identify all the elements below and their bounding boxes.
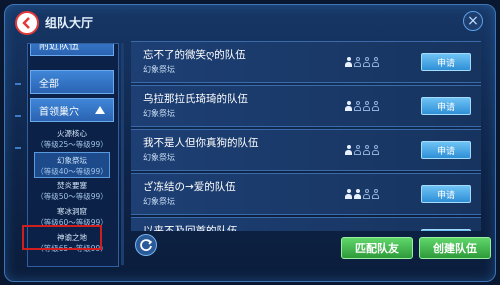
- member-slots: [345, 189, 379, 199]
- team-row: 乌拉那拉氏琦琦的队伍 幻象祭坛 申请: [131, 85, 481, 127]
- window-title: 组队大厅: [45, 16, 94, 30]
- team-name: 以来不及回首的队伍: [143, 225, 238, 231]
- sidebar-subitem[interactable]: 焚炎要塞 （等级50～等级99）: [34, 178, 110, 204]
- subitem-name: 寒冰洞窟: [57, 207, 87, 216]
- sidebar-item-nearby[interactable]: 附近队伍: [30, 43, 114, 56]
- triangle-up-icon: [95, 106, 105, 114]
- decor-dash: [15, 83, 21, 85]
- team-name: 乌拉那拉氏琦琦的队伍: [143, 93, 248, 105]
- refresh-icon: [140, 239, 153, 251]
- member-empty-icon: [363, 145, 370, 155]
- close-icon: ×: [467, 13, 479, 29]
- member-empty-icon: [372, 145, 379, 155]
- subitem-level: （等级25～等级99）: [36, 140, 108, 149]
- apply-button[interactable]: 申请: [421, 185, 471, 203]
- subitem-name: 焚炎要塞: [57, 181, 87, 190]
- back-button[interactable]: [15, 11, 39, 35]
- sidebar-subitem-selected[interactable]: 幻象祭坛 （等级40～等级99）: [34, 152, 110, 178]
- team-list: 忘不了的微笑ღ的队伍 幻象祭坛 申请 乌拉那拉氏琦琦的队伍 幻象祭坛 申请 我不…: [131, 41, 485, 231]
- team-name: ざ冻结の→爱的队伍: [143, 181, 236, 193]
- member-empty-icon: [354, 145, 361, 155]
- sidebar-item-all[interactable]: 全部: [30, 70, 114, 94]
- member-empty-icon: [363, 101, 370, 111]
- team-row: 忘不了的微笑ღ的队伍 幻象祭坛 申请: [131, 41, 481, 83]
- team-name: 我不是人但你真狗的队伍: [143, 137, 259, 149]
- sidebar-item-label: 全部: [39, 78, 59, 90]
- subitem-name: 幻象祭坛: [57, 156, 87, 165]
- sidebar-item-label: 附近队伍: [39, 43, 79, 52]
- member-filled-icon: [345, 57, 352, 67]
- member-empty-icon: [372, 101, 379, 111]
- create-team-button[interactable]: 创建队伍: [419, 237, 491, 259]
- member-slots: [345, 57, 379, 67]
- member-empty-icon: [363, 57, 370, 67]
- refresh-button[interactable]: [135, 234, 157, 256]
- member-slots: [345, 145, 379, 155]
- subitem-level: （等级40～等级99）: [36, 167, 108, 176]
- member-empty-icon: [372, 57, 379, 67]
- decor-dash: [15, 115, 21, 117]
- team-name: 忘不了的微笑ღ的队伍: [143, 49, 246, 61]
- member-empty-icon: [354, 57, 361, 67]
- team-location: 幻象祭坛: [143, 109, 175, 118]
- apply-button[interactable]: 申请: [421, 229, 471, 231]
- close-button[interactable]: ×: [463, 11, 483, 31]
- back-arrow-icon: [22, 17, 30, 29]
- member-filled-icon: [354, 189, 361, 199]
- team-row: 以来不及回首的队伍 申请: [131, 217, 481, 231]
- subitem-level: （等级50～等级99）: [36, 192, 108, 201]
- subitem-name: 火源核心: [57, 129, 87, 138]
- member-empty-icon: [372, 189, 379, 199]
- apply-button[interactable]: 申请: [421, 53, 471, 71]
- member-filled-icon: [345, 145, 352, 155]
- member-empty-icon: [354, 101, 361, 111]
- member-filled-icon: [345, 189, 352, 199]
- team-row: 我不是人但你真狗的队伍 幻象祭坛 申请: [131, 129, 481, 171]
- sidebar-item-label: 首领巢穴: [39, 106, 79, 118]
- red-highlight-box: [22, 225, 102, 250]
- sidebar-subitem[interactable]: 火源核心 （等级25～等级99）: [34, 126, 110, 152]
- member-slots: [345, 101, 379, 111]
- apply-button[interactable]: 申请: [421, 141, 471, 159]
- member-filled-icon: [345, 101, 352, 111]
- decor-dash: [15, 147, 21, 149]
- sidebar-category-boss-lair[interactable]: 首领巢穴: [30, 98, 114, 122]
- apply-button[interactable]: 申请: [421, 97, 471, 115]
- member-empty-icon: [363, 189, 370, 199]
- match-teammates-button[interactable]: 匹配队友: [341, 237, 413, 259]
- team-location: 幻象祭坛: [143, 65, 175, 74]
- sidebar-scrollbar[interactable]: [121, 43, 124, 265]
- team-location: 幻象祭坛: [143, 197, 175, 206]
- team-row: ざ冻结の→爱的队伍 幻象祭坛 申请: [131, 173, 481, 215]
- team-location: 幻象祭坛: [143, 153, 175, 162]
